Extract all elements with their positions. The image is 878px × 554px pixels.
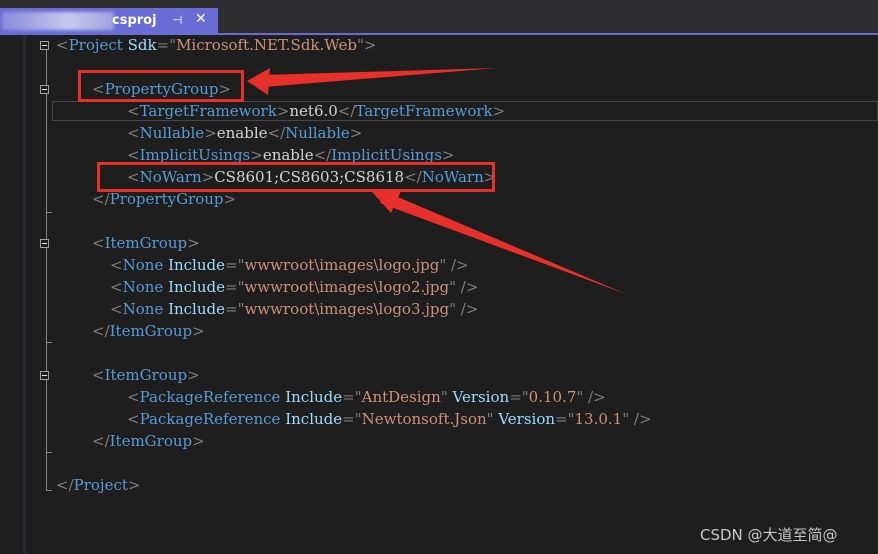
arrow-annotation [247, 68, 497, 95]
annotation-arrows [247, 68, 626, 294]
arrow-annotation [372, 191, 626, 294]
watermark: CSDN @大道至简@ [700, 526, 838, 544]
